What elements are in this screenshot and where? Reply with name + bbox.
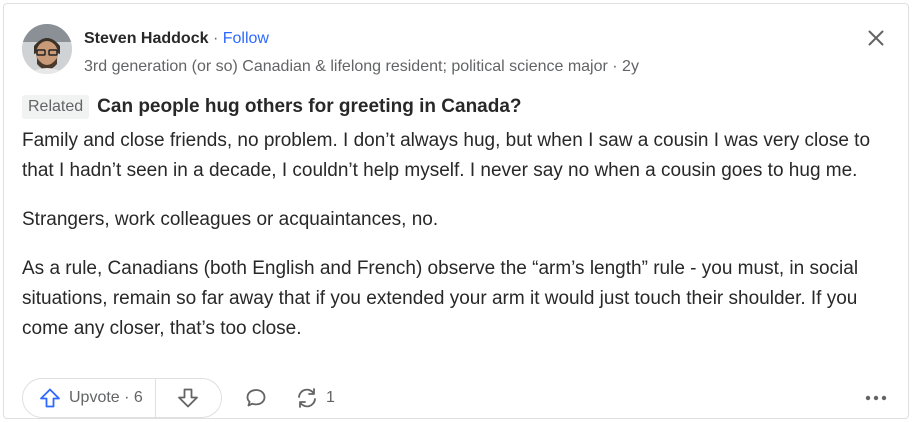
related-badge: Related xyxy=(22,95,90,119)
more-options-button[interactable] xyxy=(862,386,890,410)
follow-button[interactable]: Follow xyxy=(223,30,269,47)
avatar-image xyxy=(22,24,72,74)
share-arrows-icon xyxy=(298,388,316,408)
share-count: 1 xyxy=(326,389,335,406)
upvote-label: Upvote · 6 xyxy=(69,389,143,406)
comment-button[interactable] xyxy=(244,386,268,410)
related-question: Related Can people hug others for greeti… xyxy=(22,94,522,120)
comment-bubble-icon xyxy=(246,389,266,407)
action-bar: Upvote · 6 1 xyxy=(22,378,890,420)
more-dots-icon xyxy=(865,395,887,401)
author-line: Steven Haddock · Follow xyxy=(84,29,269,49)
author-name[interactable]: Steven Haddock xyxy=(84,30,208,47)
upvote-arrow-icon xyxy=(40,388,60,408)
author-separator: · xyxy=(212,30,219,47)
share-button[interactable]: 1 xyxy=(294,386,335,410)
author-credential: 3rd generation (or so) Canadian & lifelo… xyxy=(84,58,639,75)
downvote-arrow-icon xyxy=(178,388,199,408)
answer-paragraph: Strangers, work colleagues or acquaintan… xyxy=(22,209,439,230)
close-icon xyxy=(868,30,884,46)
answer-paragraph: Family and close friends, no problem. I … xyxy=(22,130,871,181)
answer-paragraph: As a rule, Canadians (both English and F… xyxy=(22,258,859,339)
question-title[interactable]: Can people hug others for greeting in Ca… xyxy=(97,96,521,118)
close-button[interactable] xyxy=(864,26,888,50)
answer-body: Family and close friends, no problem. I … xyxy=(22,126,902,363)
avatar[interactable] xyxy=(22,24,72,74)
answer-card: Steven Haddock · Follow 3rd generation (… xyxy=(3,3,909,419)
upvote-button[interactable]: Upvote · 6 xyxy=(23,379,155,417)
vote-group: Upvote · 6 xyxy=(22,378,222,418)
downvote-button[interactable] xyxy=(156,379,221,417)
